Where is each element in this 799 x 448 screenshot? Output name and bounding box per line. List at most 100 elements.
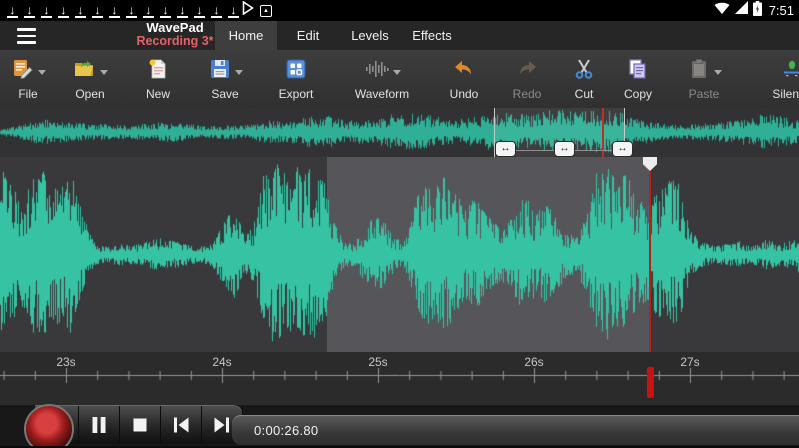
new-icon (146, 57, 170, 86)
file-icon (11, 57, 35, 86)
play-store-icon (242, 1, 254, 20)
save-icon (208, 57, 232, 86)
status-clock: 7:51 (769, 3, 794, 18)
chevron-down-icon[interactable] (100, 70, 108, 75)
silence-button[interactable]: Silence (744, 50, 799, 108)
toolbar-item-label: Export (279, 87, 314, 101)
export-button[interactable]: Export (258, 50, 334, 108)
cell-signal-icon (734, 1, 749, 20)
chevron-down-icon[interactable] (714, 70, 722, 75)
stop-icon (128, 413, 152, 437)
wifi-icon (714, 1, 730, 20)
tab-effects[interactable]: Effects (401, 21, 463, 50)
download-complete-icon: ↓ (58, 4, 69, 18)
download-complete-icon: ↓ (92, 4, 103, 18)
open-icon (73, 57, 97, 86)
main-waveform-canvas (0, 157, 799, 352)
main-waveform-view[interactable] (0, 157, 799, 352)
undo-icon (452, 57, 476, 86)
overview-waveform-strip[interactable]: ↔ ↔ ↔ (0, 108, 799, 157)
toolbar-group: Undo Redo Cut Copy Paste (432, 50, 742, 108)
timeline-label-24s: 24s (212, 355, 231, 369)
toolbar-item-label: New (146, 87, 170, 101)
timeline-label-25s: 25s (368, 355, 387, 369)
playback-time-display: 0:00:26.80 (254, 423, 318, 438)
view-start-drag-handle[interactable]: ↔ (495, 141, 516, 157)
toolbar-group: Silence (744, 50, 799, 108)
download-complete-icon: ↓ (75, 4, 86, 18)
download-complete-icon: ↓ (177, 4, 188, 18)
waveform-icon (364, 57, 390, 86)
toolbar-item-label: Waveform (355, 87, 409, 101)
download-complete-icon: ↓ (7, 4, 18, 18)
paste-icon (687, 57, 711, 86)
timeline-ruler[interactable]: 23s 24s 25s 26s 27s (0, 352, 799, 405)
download-complete-icon: ↓ (194, 4, 205, 18)
timeline-label-27s: 27s (680, 355, 699, 369)
copy-icon (626, 57, 650, 86)
download-complete-icon: ↓ (160, 4, 171, 18)
skip-back-button[interactable] (161, 406, 202, 444)
cut-button[interactable]: Cut (558, 50, 610, 108)
download-complete-icon: ↓ (211, 4, 222, 18)
tab-levels[interactable]: Levels (339, 21, 401, 50)
skip-forward-icon (210, 413, 234, 437)
redo-icon (515, 57, 539, 86)
redo-button: Redo (496, 50, 558, 108)
toolbar-item-label: Redo (513, 87, 542, 101)
tab-home[interactable]: Home (215, 21, 277, 50)
transport-bar: 0:00:26.80 (0, 405, 799, 448)
timeline-label-23s: 23s (56, 355, 75, 369)
overview-waveform-canvas (0, 108, 799, 157)
export-icon (284, 57, 308, 86)
undo-button[interactable]: Undo (432, 50, 496, 108)
tab-edit[interactable]: Edit (277, 21, 339, 50)
toolbar-item-label: Copy (624, 87, 652, 101)
chevron-down-icon[interactable] (38, 70, 46, 75)
pause-button[interactable] (79, 406, 120, 444)
download-complete-icon: ↓ (109, 4, 120, 18)
chevron-down-icon[interactable] (393, 70, 401, 75)
stop-button[interactable] (120, 406, 161, 444)
download-complete-icon: ↓ (41, 4, 52, 18)
toolbar-group: File Open New Save Export Waveform (0, 50, 430, 108)
toolbar-item-label: Silence (772, 87, 799, 101)
silence-icon (780, 57, 799, 86)
screen-overlay-icon: ▲ (260, 5, 272, 17)
toolbar-item-label: Cut (575, 87, 594, 101)
file-button[interactable]: File (0, 50, 56, 108)
toolbar-item-label: Open (75, 87, 104, 101)
playhead-line (649, 167, 651, 352)
android-status-bar: ↓ ↓ ↓ ↓ ↓ ↓ ↓ ↓ ↓ ↓ ↓ ↓ ↓ ↓ ▲ 7:51 (0, 0, 799, 21)
view-end-drag-handle[interactable]: ↔ (612, 141, 633, 157)
ribbon-toolbar: File Open New Save Export Waveform Undo Redo Cut… (0, 50, 799, 109)
battery-charging-icon (753, 1, 762, 21)
app-header: WavePad Recording 3* HomeEditLevelsEffec… (0, 21, 799, 50)
view-center-drag-handle[interactable]: ↔ (554, 141, 575, 157)
open-button[interactable]: Open (56, 50, 124, 108)
save-button[interactable]: Save (192, 50, 258, 108)
wavepad-app: ↓ ↓ ↓ ↓ ↓ ↓ ↓ ↓ ↓ ↓ ↓ ↓ ↓ ↓ ▲ 7:51 WavePad Recording … (0, 0, 799, 448)
pause-icon (87, 413, 111, 437)
chevron-down-icon[interactable] (235, 70, 243, 75)
new-button[interactable]: New (124, 50, 192, 108)
toolbar-item-label: Undo (450, 87, 479, 101)
timeline-label-26s: 26s (524, 355, 543, 369)
ribbon-tabs: HomeEditLevelsEffects (215, 21, 463, 50)
timeline-playhead-marker[interactable] (647, 367, 654, 398)
timeline-ticks (0, 352, 799, 405)
time-readout-strip: 0:00:26.80 (232, 415, 799, 445)
copy-button[interactable]: Copy (610, 50, 666, 108)
skip-back-icon (169, 413, 193, 437)
menu-hamburger-button[interactable] (17, 27, 36, 45)
paste-button: Paste (666, 50, 742, 108)
download-complete-icon: ↓ (126, 4, 137, 18)
record-button[interactable] (24, 404, 74, 448)
toolbar-item-label: Save (211, 87, 238, 101)
download-complete-icon: ↓ (143, 4, 154, 18)
transport-buttons (35, 405, 243, 444)
waveform-button[interactable]: Waveform (334, 50, 430, 108)
download-complete-icon: ↓ (24, 4, 35, 18)
toolbar-item-label: File (18, 87, 37, 101)
download-complete-icon: ↓ (228, 4, 239, 18)
